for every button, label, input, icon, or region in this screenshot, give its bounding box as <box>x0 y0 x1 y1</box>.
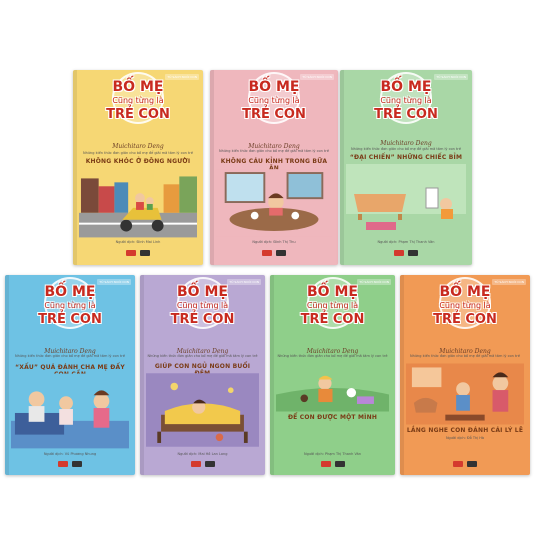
series-title: BỐ MẸ Cũng từng là TRẺ CON <box>242 79 306 122</box>
series-description: Những kiến thức đơn giản cho bố mẹ để gi… <box>83 151 193 155</box>
book-subtitle: KHÔNG KHÓC Ở ĐÔNG NGƯỜI <box>85 158 191 165</box>
cover-illustration <box>11 373 129 449</box>
translator-credit: Người dịch: Đinh Thị Thu <box>252 240 296 244</box>
series-title: BỐ MẸ Cũng từng là TRẺ CON <box>433 284 497 327</box>
cover-illustration <box>346 164 466 236</box>
cover-illustration <box>146 371 259 449</box>
series-description: Những kiến thức đơn giản cho bố mẹ để gi… <box>147 354 258 358</box>
book-cover-6[interactable]: TỦ SÁCH NUÔI CON BỐ MẸ Cũng từng là TRẺ … <box>270 275 395 475</box>
cover-illustration <box>79 168 197 238</box>
series-title: BỐ MẸ Cũng từng là TRẺ CON <box>300 284 365 327</box>
book-cover-7[interactable]: TỦ SÁCH NUÔI CON BỐ MẸ Cũng từng là TRẺ … <box>400 275 530 475</box>
book-subtitle: LẮNG NGHE CON ĐÁNH CÁI LÝ LẼ <box>406 427 524 434</box>
author-name: Muichitaro Deng <box>112 143 164 150</box>
book-cover-4[interactable]: TỦ SÁCH NUÔI CON BỐ MẸ Cũng từng là TRẺ … <box>5 275 135 475</box>
publisher-logos <box>5 461 135 467</box>
book-subtitle: “ĐẠI CHIẾN” NHỮNG CHIẾC BỈM <box>349 154 463 161</box>
translator-credit: Người dịch: Mai Hồ Lan Long <box>177 452 228 456</box>
cover-illustration <box>216 168 332 238</box>
publisher-logos <box>140 461 265 467</box>
cover-illustration <box>406 363 524 425</box>
author-name: Muichitaro Deng <box>380 140 432 147</box>
translator-credit: Người dịch: Đinh Mai Linh <box>115 240 161 244</box>
book-subtitle: ĐỂ CON ĐƯỢC MỘT MÌNH <box>287 414 378 421</box>
series-title: BỐ MẸ Cũng từng là TRẺ CON <box>374 79 438 122</box>
series-title: BỐ MẸ Cũng từng là TRẺ CON <box>38 284 102 327</box>
publisher-logos <box>400 461 530 467</box>
translator-credit: Người dịch: Phạm Thị Thanh Vân <box>377 240 435 244</box>
publisher-logos <box>210 250 338 256</box>
series-title: BỐ MẸ Cũng từng là TRẺ CON <box>106 79 170 122</box>
book-cover-1[interactable]: TỦ SÁCH NUÔI CON BỐ MẸ Cũng từng là TRẺ … <box>73 70 203 265</box>
cover-illustration <box>276 361 389 413</box>
publisher-logos <box>340 250 472 256</box>
translator-credit: Người dịch: Đỗ Thị Hà <box>445 436 485 440</box>
publisher-logos <box>270 461 395 467</box>
series-description: Những kiến thức đơn giản cho bố mẹ để gi… <box>219 149 329 153</box>
book-cover-3[interactable]: TỦ SÁCH NUÔI CON BỐ MẸ Cũng từng là TRẺ … <box>340 70 472 265</box>
book-cover-2[interactable]: TỦ SÁCH NUÔI CON BỐ MẸ Cũng từng là TRẺ … <box>210 70 338 265</box>
series-description: Những kiến thức đơn giản cho bố mẹ để gi… <box>15 354 125 358</box>
translator-credit: Người dịch: Vũ Phương Nhung <box>43 452 97 456</box>
series-description: Những kiến thức đơn giản cho bố mẹ để gi… <box>277 354 388 358</box>
translator-credit: Người dịch: Phạm Thị Thanh Vân <box>304 452 361 456</box>
series-description: Những kiến thức đơn giản cho bố mẹ để gi… <box>410 354 520 358</box>
series-description: Những kiến thức đơn giản cho bố mẹ để gi… <box>351 147 461 151</box>
book-cover-5[interactable]: TỦ SÁCH NUÔI CON BỐ MẸ Cũng từng là TRẺ … <box>140 275 265 475</box>
series-title: BỐ MẸ Cũng từng là TRẺ CON <box>170 284 235 327</box>
publisher-logos <box>73 250 203 256</box>
